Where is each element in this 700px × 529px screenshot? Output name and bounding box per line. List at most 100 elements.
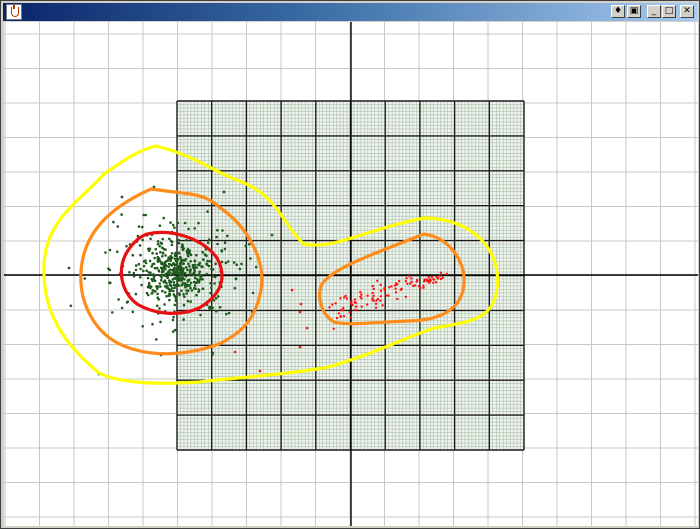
data-point <box>168 283 172 287</box>
data-point <box>410 277 413 280</box>
data-point <box>141 225 144 229</box>
data-point <box>182 293 185 296</box>
data-point <box>348 311 351 314</box>
data-point <box>126 300 130 304</box>
data-point <box>233 350 237 354</box>
data-point <box>189 300 192 303</box>
data-point <box>83 277 87 280</box>
data-point <box>192 280 196 284</box>
data-point <box>169 258 173 262</box>
data-point <box>226 260 230 263</box>
data-point <box>419 287 422 290</box>
data-point <box>379 299 382 302</box>
data-point <box>188 265 191 268</box>
data-point <box>184 266 188 269</box>
data-point <box>163 263 166 267</box>
java-cup-icon[interactable] <box>6 4 22 20</box>
data-point <box>177 292 181 295</box>
data-point <box>218 305 222 309</box>
data-point <box>153 274 156 278</box>
data-point <box>181 269 185 272</box>
data-point <box>232 261 236 264</box>
data-point <box>379 283 382 287</box>
data-point <box>180 284 184 287</box>
data-point <box>159 274 162 277</box>
data-point <box>366 294 369 297</box>
data-point <box>174 299 178 303</box>
data-point <box>199 313 202 317</box>
data-point <box>383 287 386 290</box>
data-point <box>183 295 186 299</box>
close-icon[interactable]: ✕ <box>680 5 694 18</box>
data-point <box>417 285 421 288</box>
data-point <box>198 261 202 265</box>
data-point <box>413 284 417 287</box>
data-point <box>195 253 198 257</box>
data-point <box>172 289 175 293</box>
data-point <box>213 282 216 285</box>
data-point <box>194 287 197 291</box>
data-point <box>211 353 214 357</box>
data-point <box>298 345 302 349</box>
data-point <box>345 297 349 300</box>
data-point <box>221 229 224 232</box>
data-point <box>372 287 375 291</box>
data-point <box>169 263 172 266</box>
data-point <box>342 315 346 318</box>
data-point <box>144 213 147 217</box>
minimize-icon[interactable]: _ <box>647 5 661 18</box>
data-point <box>396 297 399 301</box>
data-point <box>157 298 160 301</box>
data-point <box>339 315 342 319</box>
copy-icon[interactable]: ▣ <box>627 5 641 18</box>
data-point <box>144 261 148 265</box>
data-point <box>120 213 123 216</box>
data-point <box>438 274 441 278</box>
data-point <box>187 278 191 282</box>
data-point <box>140 283 143 287</box>
plot-canvas[interactable] <box>4 22 698 526</box>
data-point <box>220 260 224 264</box>
data-point <box>359 291 362 294</box>
data-point <box>154 290 157 293</box>
data-point <box>153 266 157 270</box>
data-point <box>339 297 342 300</box>
data-point <box>158 224 162 227</box>
data-point <box>139 276 142 279</box>
data-point <box>406 282 409 285</box>
data-point <box>177 251 181 255</box>
data-point <box>137 262 141 266</box>
maximize-icon[interactable]: □ <box>662 5 676 18</box>
data-point <box>425 279 428 282</box>
title-bar[interactable]: ♦ ▣ _ □ ✕ <box>3 3 697 21</box>
data-point <box>189 260 192 263</box>
data-point <box>171 223 175 227</box>
data-point <box>374 302 378 305</box>
data-point <box>189 286 192 290</box>
data-point <box>379 289 383 292</box>
data-point <box>201 250 204 254</box>
data-point <box>187 262 190 266</box>
data-point <box>173 253 177 256</box>
data-point <box>226 234 229 238</box>
data-point <box>158 282 162 285</box>
data-point <box>161 289 164 293</box>
data-point <box>173 286 176 290</box>
restore-down-icon[interactable]: ♦ <box>611 5 625 18</box>
data-point <box>69 304 73 308</box>
contour-plot[interactable] <box>4 22 698 526</box>
data-point <box>216 242 219 246</box>
data-point <box>298 310 302 314</box>
data-point <box>205 272 209 276</box>
data-point <box>244 244 248 248</box>
data-point <box>383 289 386 292</box>
data-point <box>104 251 107 254</box>
data-point <box>177 241 181 245</box>
data-point <box>155 338 158 341</box>
application-window: ♦ ▣ _ □ ✕ <box>0 0 700 529</box>
data-point <box>354 308 357 312</box>
data-point <box>116 225 120 228</box>
data-point <box>197 273 201 276</box>
data-point <box>214 262 217 266</box>
data-point <box>197 288 201 291</box>
